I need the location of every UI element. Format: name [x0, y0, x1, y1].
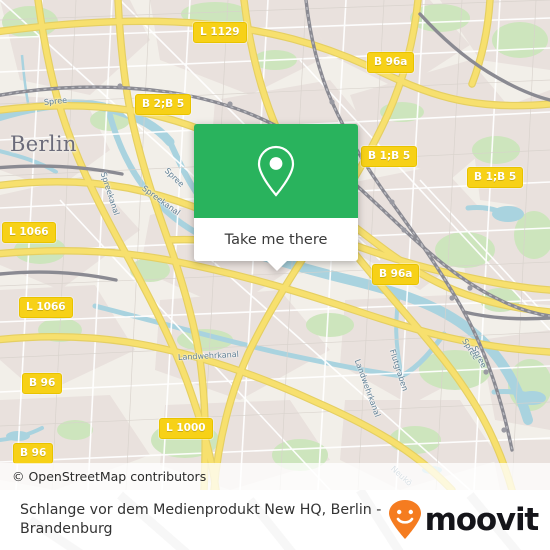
road-shield: L 1000 [159, 418, 213, 439]
road-shield: B 96 [22, 373, 63, 394]
road-shield: B 2;B 5 [135, 94, 192, 115]
road-shield: L 1066 [2, 222, 56, 243]
map-pin-icon [257, 145, 295, 197]
road-shield: B 96a [367, 52, 415, 73]
osm-attribution-text[interactable]: © OpenStreetMap contributors [0, 469, 206, 484]
destination-popup[interactable]: Take me there [194, 124, 358, 271]
map-canvas[interactable]: Berlin Spree Spreekanal Spreekanal Spree Lan… [0, 0, 550, 490]
popup-header [194, 124, 358, 218]
page-footer: Schlange vor dem Medienprodukt New HQ, B… [0, 490, 550, 550]
moovit-logo[interactable]: moovit [386, 499, 540, 541]
road-shield: B 1;B 5 [467, 167, 524, 188]
take-me-there-label: Take me there [224, 231, 328, 248]
moovit-map-page: Berlin Spree Spreekanal Spreekanal Spree Lan… [0, 0, 550, 550]
road-shield: L 1066 [19, 297, 73, 318]
road-shield: B 1;B 5 [361, 146, 418, 167]
moovit-wordmark: moovit [424, 502, 540, 538]
page-title: Schlange vor dem Medienprodukt New HQ, B… [20, 502, 382, 537]
road-shield: L 1129 [193, 22, 247, 43]
take-me-there-button[interactable]: Take me there [194, 218, 358, 261]
map-attribution-bar: © OpenStreetMap contributors [0, 463, 550, 490]
road-shield: B 96 [13, 443, 54, 464]
road-shield: B 96a [372, 264, 420, 285]
moovit-pin-smile-icon [388, 500, 421, 539]
popup-pointer [266, 260, 288, 271]
